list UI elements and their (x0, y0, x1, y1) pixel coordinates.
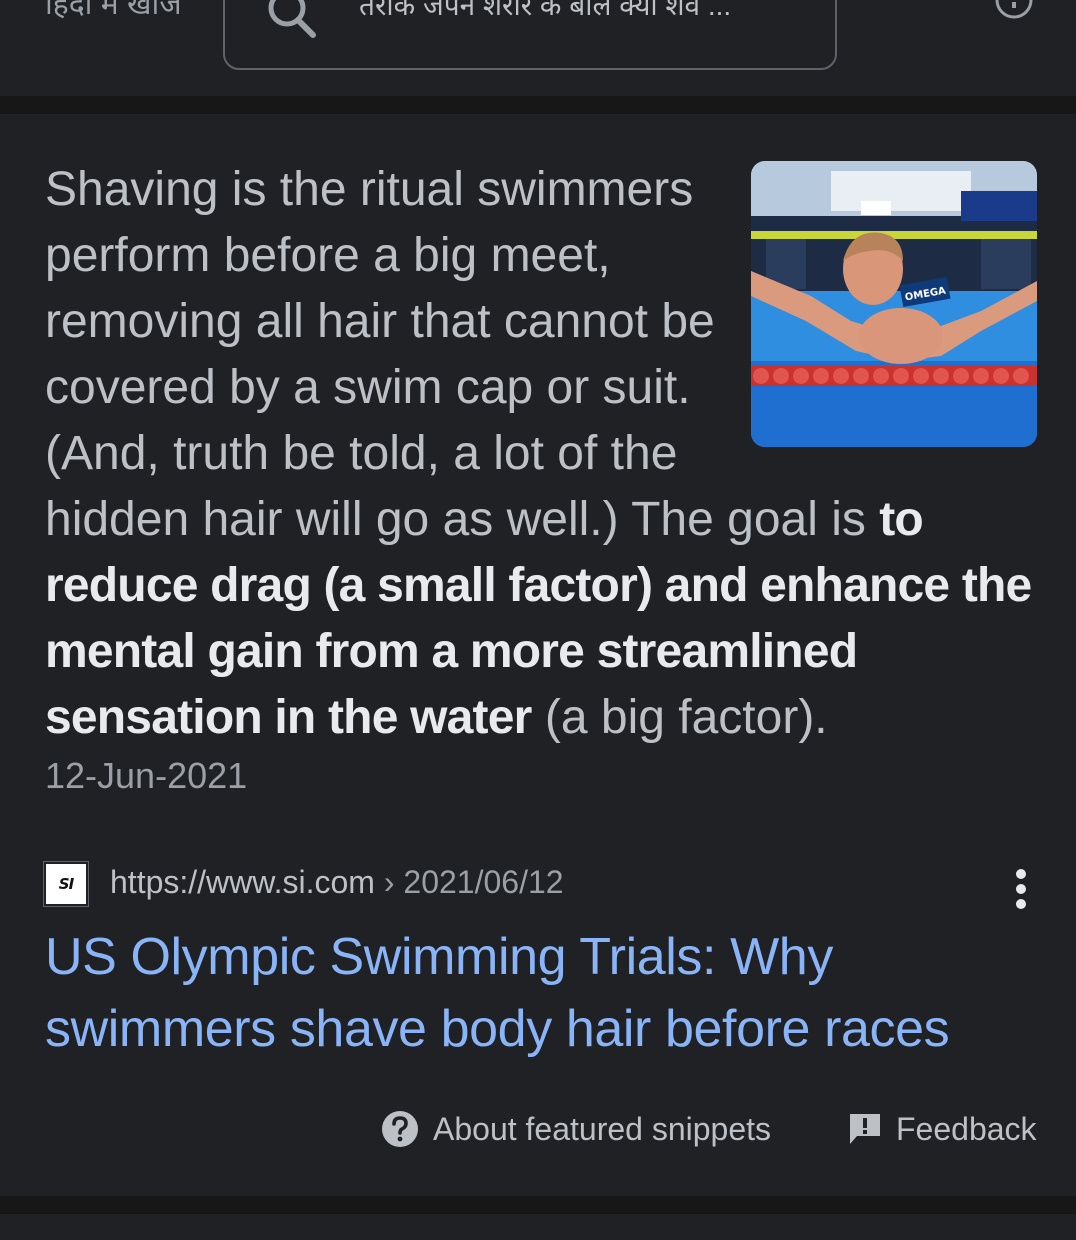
help-icon (382, 1111, 418, 1147)
source-attribution[interactable]: SI https://www.si.com › 2021/06/12 (43, 858, 1044, 910)
about-featured-snippets-label: About featured snippets (433, 1110, 772, 1147)
info-icon[interactable] (994, 0, 1034, 20)
source-domain: https://www.si.com (110, 864, 375, 900)
feedback-label: Feedback (896, 1110, 1037, 1147)
about-featured-snippets-link[interactable]: About featured snippets (381, 1107, 771, 1151)
site-favicon-icon: SI (43, 861, 89, 907)
more-options-icon[interactable] (999, 858, 1043, 918)
search-header: हिंदी में खोजें तैराक जेपन शरीर के बाल क… (0, 0, 1076, 96)
source-path: › 2021/06/12 (374, 864, 564, 900)
search-query-text[interactable]: तैराक जेपन शरीर के बाल क्यों शेव ... (359, 0, 799, 24)
next-result-card (0, 1214, 1076, 1240)
section-divider (0, 1196, 1076, 1214)
section-divider (0, 96, 1076, 114)
feedback-icon (850, 1114, 880, 1144)
snippet-date: 12-Jun-2021 (45, 755, 248, 796)
featured-snippet-card: OMEGA Shaving is the ritual swimmers per… (0, 114, 1076, 1196)
search-in-hindi-link[interactable]: हिंदी में खोजें (45, 0, 182, 23)
search-box[interactable]: तैराक जेपन शरीर के बाल क्यों शेव ... (223, 0, 837, 70)
source-url[interactable]: https://www.si.com › 2021/06/12 (110, 864, 564, 901)
result-title-link[interactable]: US Olympic Swimming Trials: Why swimmers… (45, 921, 1045, 1065)
snippet-text: Shaving is the ritual swimmers perform b… (45, 157, 1045, 751)
search-icon[interactable] (263, 0, 319, 46)
snippet-footer: About featured snippets Feedback (0, 1099, 1076, 1159)
snippet-text-end: (a big factor). (531, 691, 828, 744)
feedback-link[interactable]: Feedback (848, 1107, 1037, 1151)
